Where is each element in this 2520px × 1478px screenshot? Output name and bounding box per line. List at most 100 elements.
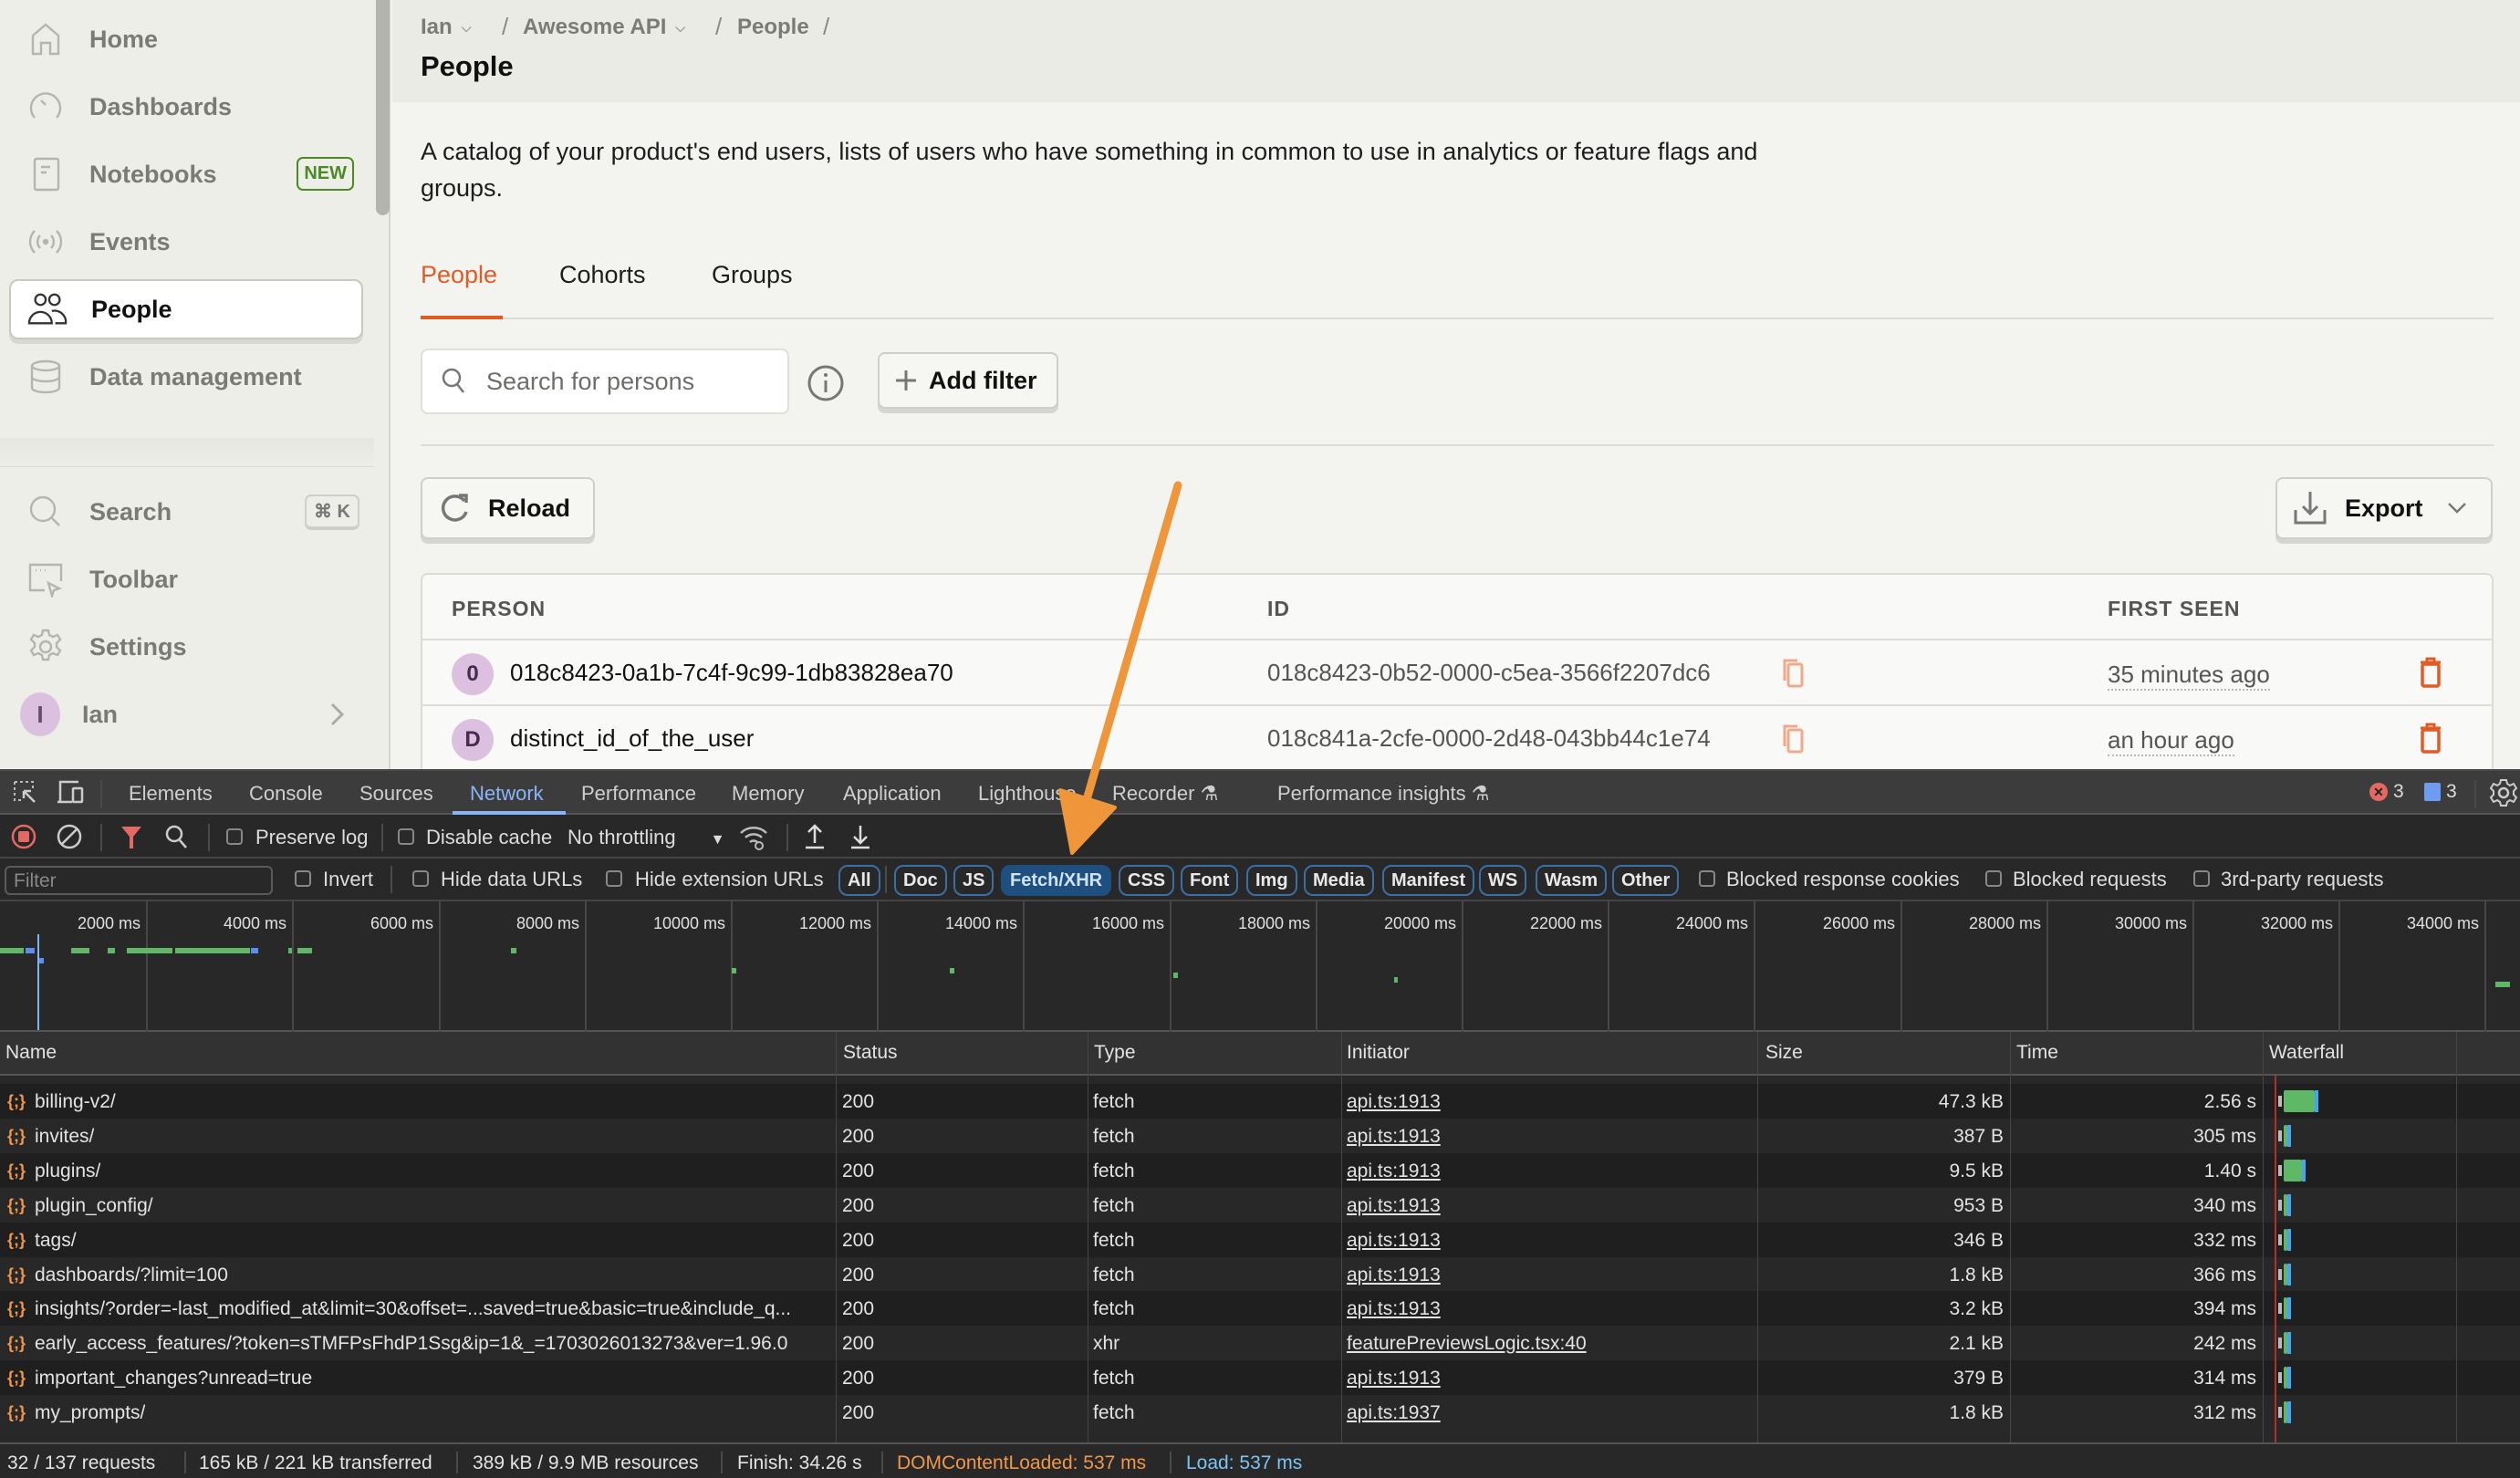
copy-icon[interactable] [1782,724,1806,758]
request-initiator-link[interactable]: api.ts:1913 [1347,1265,1441,1286]
table-row[interactable]: D distinct_id_of_the_user 018c841a-2cfe-… [422,704,2492,770]
type-filter-ws[interactable]: WS [1479,865,1527,896]
devtools-tab-memory[interactable]: Memory [732,782,804,806]
hide-data-urls-checkbox[interactable] [412,870,429,887]
request-initiator-link[interactable]: api.ts:1913 [1347,1161,1441,1182]
type-filter-wasm[interactable]: Wasm [1536,865,1608,896]
request-initiator-link[interactable]: api.ts:1913 [1347,1368,1441,1390]
devtools-tab-sources[interactable]: Sources [359,782,433,806]
third-party-requests-checkbox[interactable] [2193,870,2210,887]
search-persons-input[interactable]: Search for persons [421,349,789,414]
column-header-person[interactable]: PERSON [452,597,546,621]
breadcrumb-page[interactable]: People [737,15,809,40]
type-filter-doc[interactable]: Doc [894,865,947,896]
tab-people[interactable]: People [421,261,497,289]
request-initiator-link[interactable]: api.ts:1937 [1347,1402,1441,1424]
info-icon[interactable] [807,364,845,407]
network-conditions-icon[interactable] [739,824,768,857]
sidebar-item-home[interactable]: Home [9,9,363,69]
type-filter-media[interactable]: Media [1304,865,1374,896]
type-filter-manifest[interactable]: Manifest [1382,865,1475,896]
column-header-first-seen[interactable]: FIRST SEEN [2108,597,2240,621]
network-request-row[interactable]: {;} invites/200 fetch api.ts:1913 387 B 305 m… [0,1118,2520,1153]
column-header-type[interactable]: Type [1094,1042,1136,1064]
request-initiator-link[interactable]: api.ts:1913 [1347,1091,1441,1113]
devtools-tab-console[interactable]: Console [249,782,323,806]
export-har-icon[interactable] [849,823,872,856]
network-request-row[interactable]: {;} my_prompts/200 fetch api.ts:1937 1.8 kB 3… [0,1395,2520,1431]
request-initiator-link[interactable]: api.ts:1913 [1347,1126,1441,1148]
network-request-row[interactable]: {;} billing-v2/200 fetch api.ts:1913 47.3 kB… [0,1084,2520,1119]
network-request-row[interactable]: {;} tags/200 fetch api.ts:1913 346 B 332 ms [0,1222,2520,1257]
tab-groups[interactable]: Groups [712,261,793,289]
type-filter-css[interactable]: CSS [1119,865,1175,896]
type-filter-all[interactable]: All [838,865,880,896]
sidebar-scrollbar[interactable] [376,0,390,215]
sidebar-item-settings[interactable]: Settings [9,617,363,677]
type-filter-font[interactable]: Font [1181,865,1239,896]
invert-checkbox[interactable] [295,870,311,887]
search-icon[interactable] [164,824,188,855]
hide-extension-urls-checkbox[interactable] [606,870,622,887]
column-header-name[interactable]: Name [5,1042,57,1064]
sidebar-item-notebooks[interactable]: Notebooks NEW [9,144,363,204]
devtools-tab-network[interactable]: Network [470,782,544,806]
column-header-size[interactable]: Size [1765,1042,1803,1064]
devtools-tab-recorder[interactable]: Recorder ⚗ [1112,782,1218,806]
type-filter-other[interactable]: Other [1612,865,1680,896]
export-button[interactable]: Export [2275,477,2493,539]
sidebar-item-search[interactable]: Search ⌘ K [9,482,363,542]
type-filter-fetch-xhr[interactable]: Fetch/XHR [1001,865,1112,896]
delete-icon[interactable] [2419,657,2442,692]
column-header-id[interactable]: ID [1267,597,1290,621]
message-count[interactable]: 3 [2424,781,2457,803]
breadcrumb-project[interactable]: Awesome API ⌵ [523,15,685,40]
devtools-tab-lighthouse[interactable]: Lighthouse [978,782,1077,806]
inspect-element-icon[interactable] [13,780,38,811]
filter-icon[interactable] [120,826,142,855]
person-name[interactable]: distinct_id_of_the_user [510,724,754,753]
device-toolbar-icon[interactable] [57,780,84,811]
reload-button[interactable]: Reload [421,477,595,539]
column-header-time[interactable]: Time [2016,1042,2058,1064]
column-header-waterfall[interactable]: Waterfall [2269,1042,2344,1064]
type-filter-img[interactable]: Img [1246,865,1297,896]
sidebar-item-data-management[interactable]: Data management [9,347,363,407]
settings-gear-icon[interactable] [2489,778,2518,813]
disable-cache-checkbox[interactable] [398,828,414,845]
blocked-response-cookies-checkbox[interactable] [1699,870,1715,887]
devtools-tab-elements[interactable]: Elements [129,782,213,806]
network-request-row[interactable]: {;} dashboards/?limit=100 200 fetch api.ts:1… [0,1256,2520,1292]
sidebar-item-events[interactable]: Events [9,212,363,272]
network-request-row[interactable]: {;} plugin_config/200 fetch api.ts:1913 953 … [0,1187,2520,1223]
preserve-log-checkbox[interactable] [226,828,243,845]
delete-icon[interactable] [2419,723,2442,758]
request-initiator-link[interactable]: featurePreviewsLogic.tsx:40 [1347,1333,1587,1355]
add-filter-button[interactable]: Add filter [878,352,1058,409]
clear-icon[interactable] [57,824,82,855]
request-initiator-link[interactable]: api.ts:1913 [1347,1298,1441,1320]
throttling-select[interactable]: No throttling ▼ [568,826,724,849]
network-request-row[interactable]: {;} important_changes?unread=true 200 fetch… [0,1360,2520,1396]
sidebar-item-account[interactable]: I Ian [9,684,363,744]
import-har-icon[interactable] [803,823,827,856]
request-initiator-link[interactable]: api.ts:1913 [1347,1195,1441,1217]
network-request-row[interactable]: {;} plugins/200 fetch api.ts:1913 9.5 kB 1.40… [0,1152,2520,1188]
blocked-requests-checkbox[interactable] [1985,870,2002,887]
devtools-tab-performance-insights[interactable]: Performance insights ⚗ [1277,782,1490,806]
breadcrumb-org[interactable]: Ian ⌵ [421,15,471,40]
table-row[interactable]: 0 018c8423-0a1b-7c4f-9c99-1db83828ea70 0… [422,639,2492,704]
network-filter-input[interactable]: Filter [5,866,273,895]
sidebar-item-people[interactable]: People [9,279,363,339]
network-overview-timeline[interactable]: 2000 ms 4000 ms 6000 ms 8000 ms 10000 ms 1200… [0,901,2520,1032]
request-initiator-link[interactable]: api.ts:1913 [1347,1230,1441,1252]
sidebar-item-dashboards[interactable]: Dashboards [9,77,363,137]
copy-icon[interactable] [1782,659,1806,692]
tab-cohorts[interactable]: Cohorts [559,261,646,289]
type-filter-js[interactable]: JS [953,865,994,896]
error-count[interactable]: ✕ 3 [2369,781,2404,803]
record-stop-icon[interactable] [11,824,36,855]
network-request-row[interactable]: {;} early_access_features/?token=sTMFPsFh… [0,1326,2520,1361]
sidebar-item-toolbar[interactable]: Toolbar [9,549,363,609]
person-name[interactable]: 018c8423-0a1b-7c4f-9c99-1db83828ea70 [510,659,953,687]
